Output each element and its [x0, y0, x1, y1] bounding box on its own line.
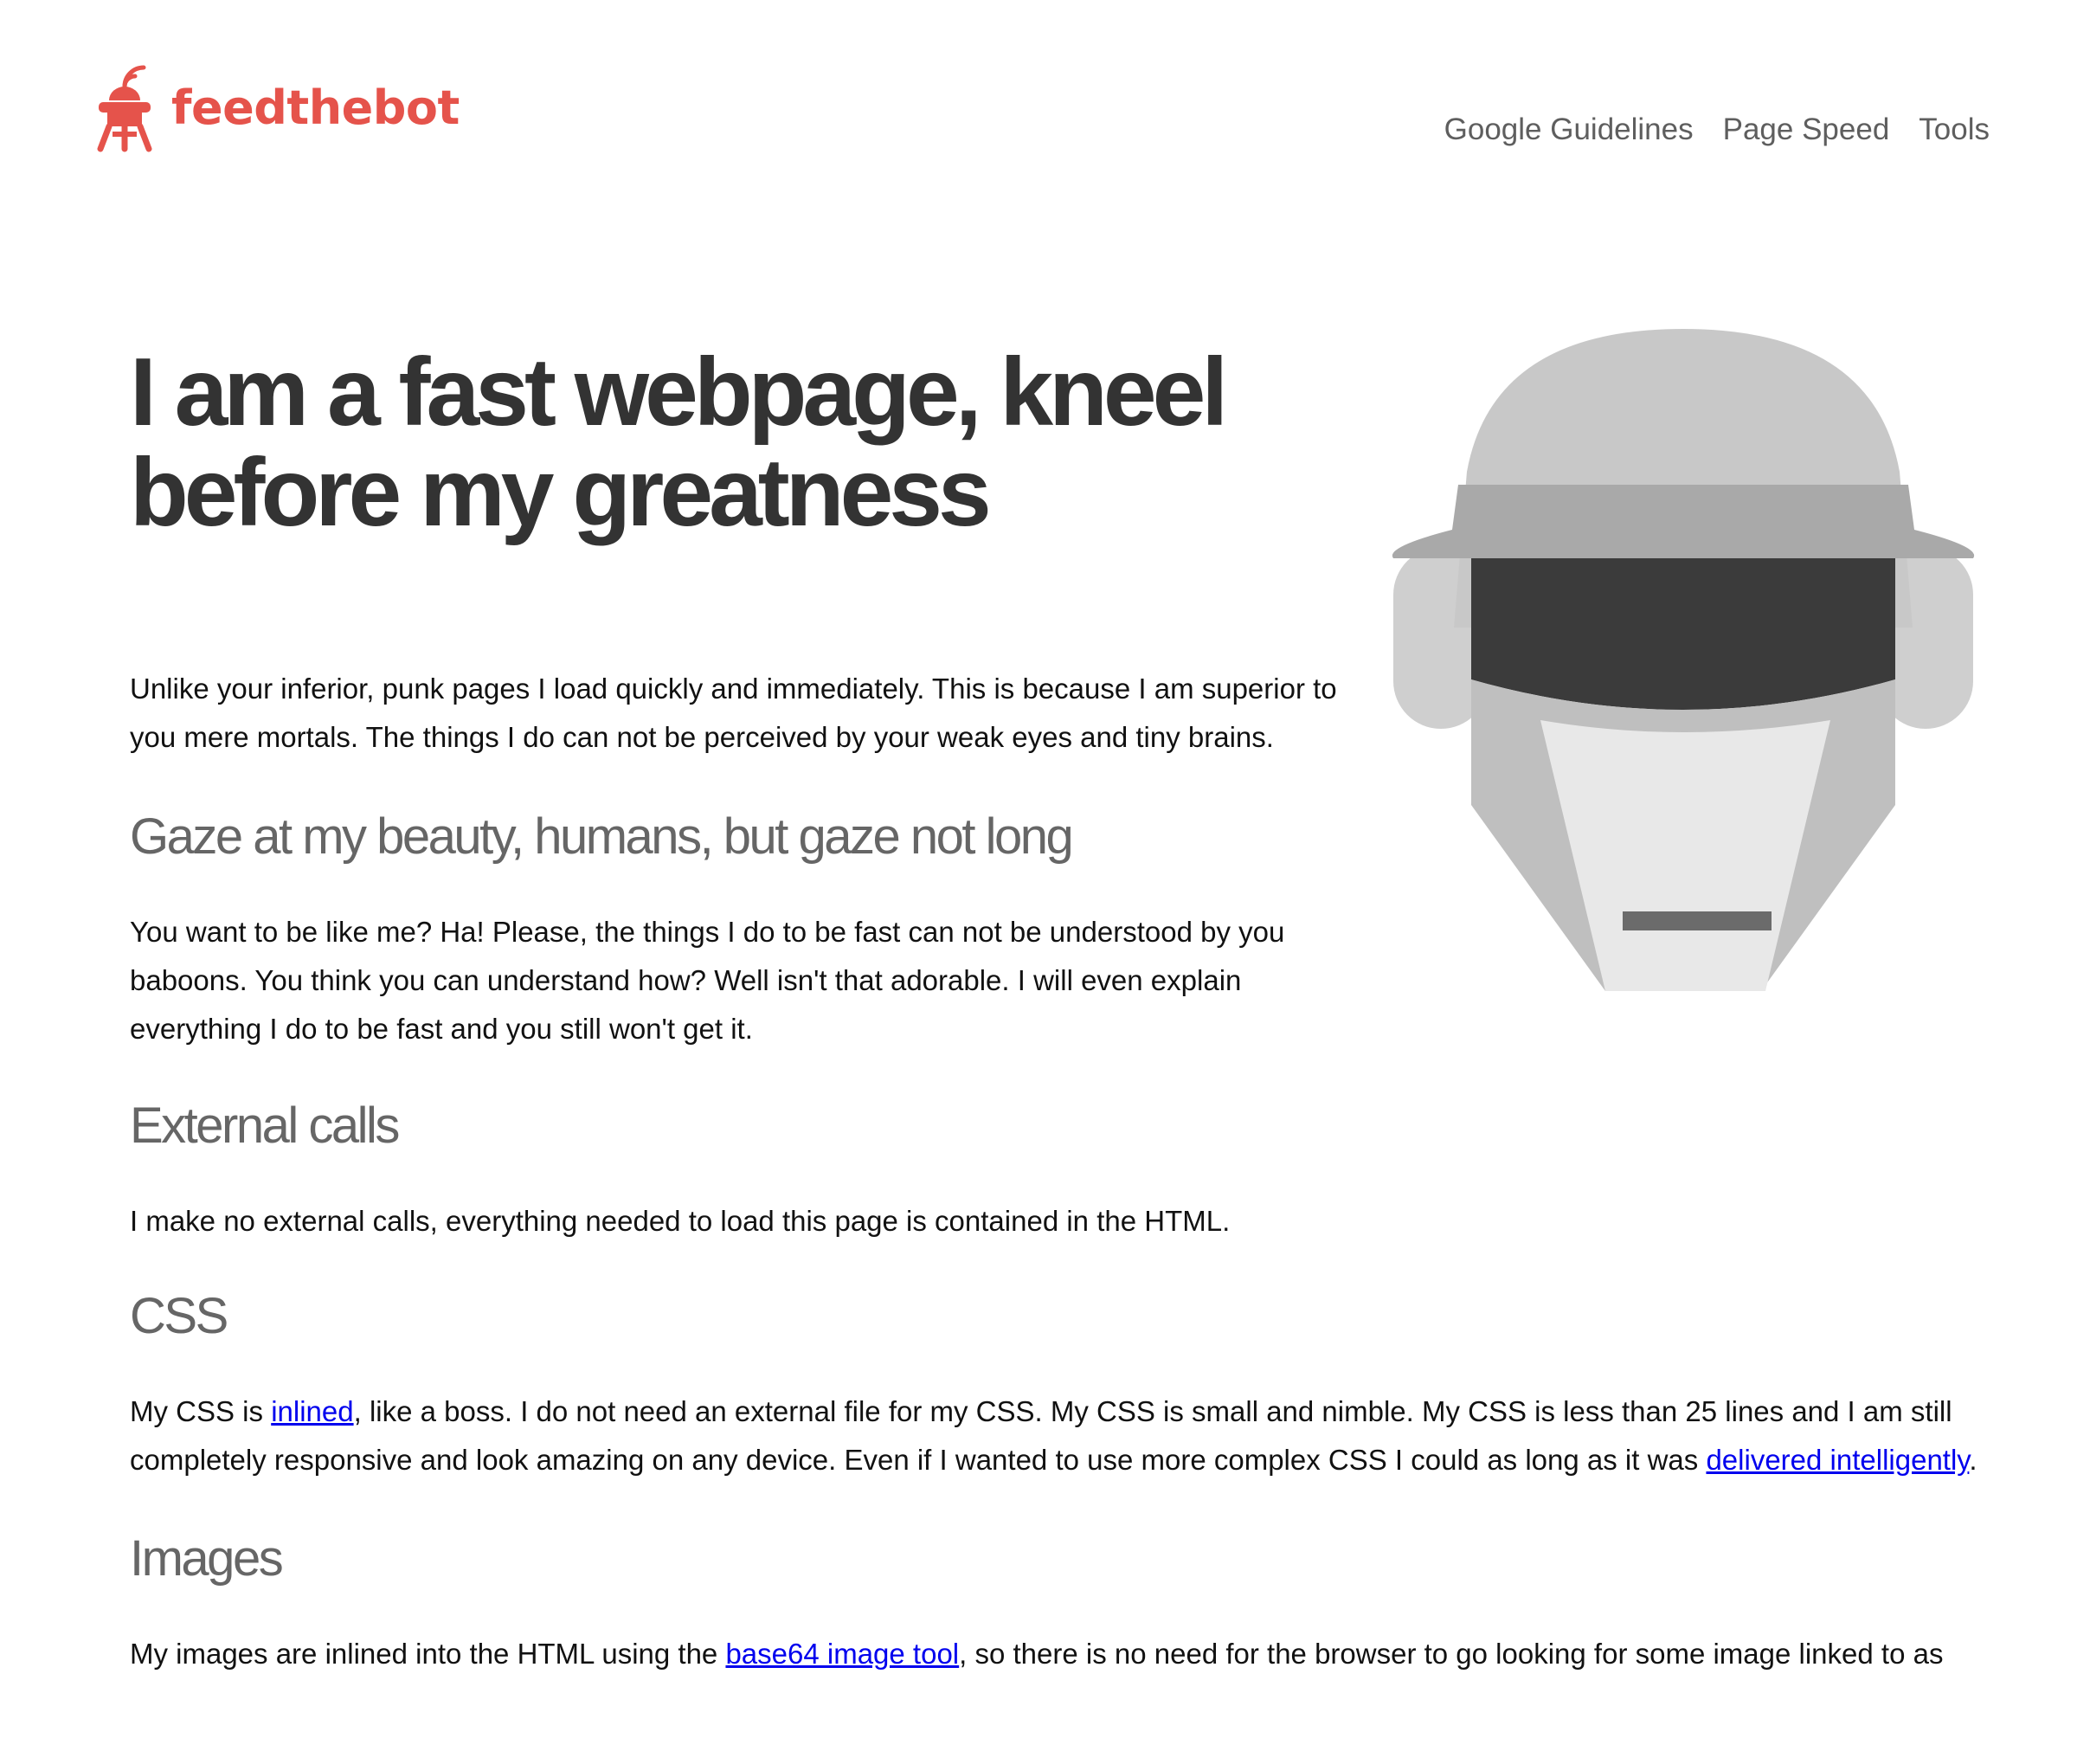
delivered-intelligently-link[interactable]: delivered intelligently [1706, 1444, 1969, 1476]
section-heading-images: Images [130, 1530, 284, 1587]
section-heading-gaze: Gaze at my beauty, humans, but gaze not … [130, 808, 1074, 865]
main-nav: Google Guidelines Page Speed Tools [1444, 113, 1990, 147]
css-text-3: . [1969, 1444, 1977, 1476]
logo-link[interactable]: feedthebot [93, 57, 460, 152]
base64-image-tool-link[interactable]: base64 image tool [725, 1638, 959, 1670]
gaze-paragraph: You want to be like me? Ha! Please, the … [130, 916, 1285, 1045]
page-title: I am a fast webpage, kneel before my gre… [130, 338, 1228, 546]
main-content: Unlike your inferior, punk pages I load … [130, 665, 1999, 1678]
css-text-2: , like a boss. I do not need an external… [130, 1395, 1952, 1476]
inlined-link[interactable]: inlined [271, 1395, 353, 1427]
robot-antenna-icon [97, 65, 152, 152]
css-paragraph: My CSS is inlined, like a boss. I do not… [130, 1387, 1999, 1484]
intro-paragraph: Unlike your inferior, punk pages I load … [130, 673, 1337, 753]
nav-page-speed[interactable]: Page Speed [1723, 113, 1890, 147]
images-text-1: My images are inlined into the HTML usin… [130, 1638, 726, 1670]
section-heading-external: External calls [130, 1098, 400, 1154]
site-header: feedthebot Google Guidelines Page Speed … [0, 0, 2077, 173]
logo-text: feedthebot [171, 80, 460, 135]
section-heading-css: CSS [130, 1288, 228, 1344]
nav-google-guidelines[interactable]: Google Guidelines [1444, 113, 1694, 147]
images-paragraph: My images are inlined into the HTML usin… [130, 1630, 1999, 1678]
nav-tools[interactable]: Tools [1919, 113, 1990, 147]
images-text-2: , so there is no need for the browser to… [959, 1638, 1944, 1670]
external-paragraph: I make no external calls, everything nee… [130, 1205, 1231, 1237]
css-text-1: My CSS is [130, 1395, 272, 1427]
